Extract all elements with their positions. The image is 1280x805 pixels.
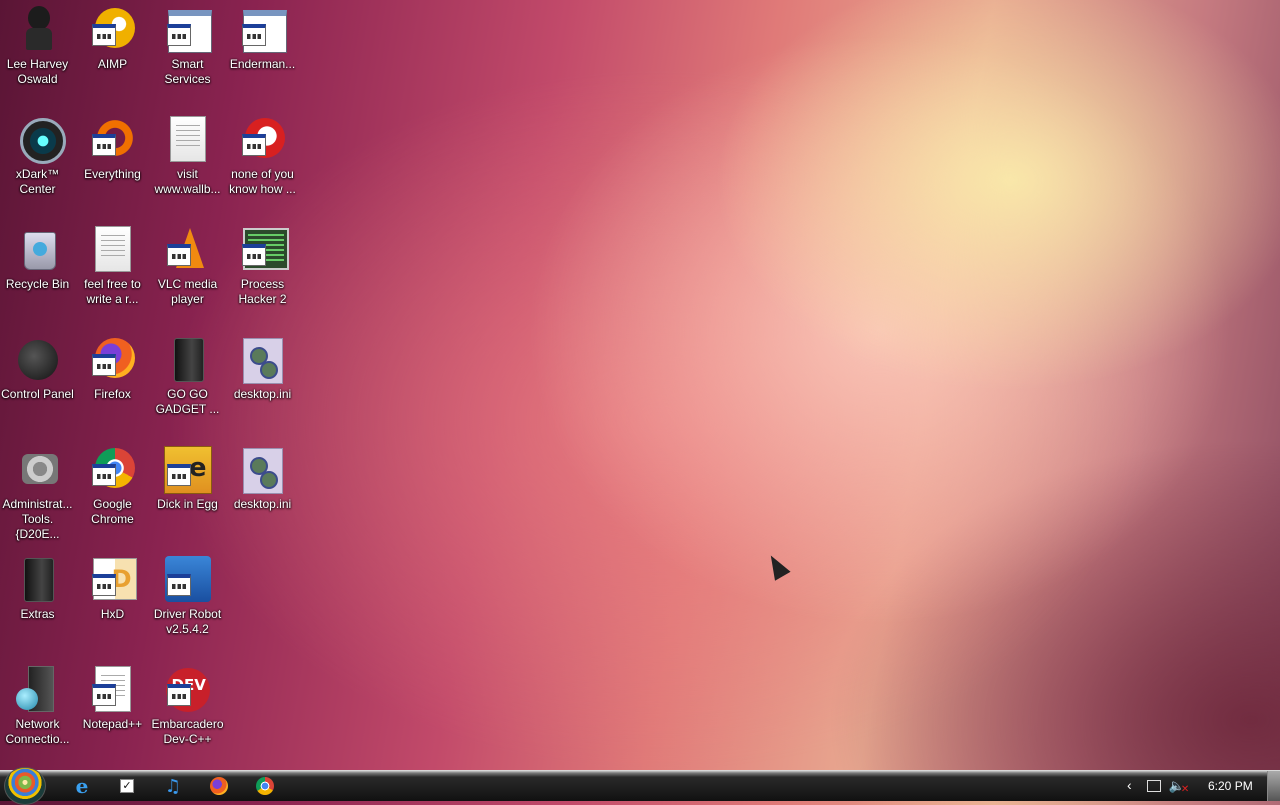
icon-label: desktop.ini [233,497,292,511]
desktop-icon-desktop-ini-2[interactable]: desktop.ini [225,440,300,545]
process-hacker-icon [239,226,289,274]
icon-label: feel free to write a r... [84,277,141,306]
desktop-icon-vlc-media-player[interactable]: VLC media player [150,220,225,325]
desktop-icon-notepad-plus-plus[interactable]: Notepad++ [75,660,150,765]
internet-explorer-icon[interactable]: e [70,774,94,798]
hxd-icon [89,556,137,604]
icon-label: Google Chrome [91,497,134,526]
mouse-cursor-icon [763,551,791,581]
desktop-icon-everything[interactable]: Everything [75,110,150,215]
icon-label: Firefox [94,387,131,401]
icon-label: GO GO GADGET ... [155,387,220,416]
desktop-icon-feel-free[interactable]: feel free to write a r... [75,220,150,325]
chrome-icon[interactable] [253,775,277,797]
desktop-icon-dick-in-egg[interactable]: Dick in Egg [150,440,225,545]
icon-label: Dick in Egg [157,497,218,511]
icon-label: HxD [100,607,125,621]
icon-label: Smart Services [164,57,211,86]
egg-app-icon [163,446,212,494]
icon-label: Driver Robot v2.5.4.2 [153,607,222,636]
desktop-icon-administrative-tools[interactable]: Administrat... Tools.{D20E... [0,440,75,545]
control-panel-icon [14,336,62,384]
desktop-icon-visit-wallb[interactable]: visit www.wallb... [150,110,225,215]
desktop-icon-driver-robot[interactable]: Driver Robot v2.5.4.2 [150,550,225,655]
icon-label: Recycle Bin [5,277,70,291]
admin-tools-icon [14,446,62,494]
icon-label: Process Hacker 2 [238,277,287,306]
desktop-icon-enderman[interactable]: Enderman... [225,0,300,105]
notepad-plus-plus-icon [89,666,137,714]
desktop-icon-recycle-bin[interactable]: Recycle Bin [0,220,75,325]
red-circle-icon [239,116,287,164]
desktop-icon-aimp[interactable]: AIMP [75,0,150,105]
tray-overflow-chevron[interactable]: ‹ [1127,777,1132,793]
xdark-icon [14,116,66,164]
icon-label: xDark™ Center [15,167,60,196]
desktop-icon-smart-services[interactable]: Smart Services [150,0,225,105]
services-gear-icon [164,6,212,54]
music-note-icon[interactable]: ♫ [161,775,185,797]
icon-label: desktop.ini [233,387,292,401]
text-file-icon [164,116,212,164]
icon-label: Notepad++ [82,717,143,731]
icon-label: AIMP [97,57,128,71]
icon-label: visit www.wallb... [154,167,221,196]
desktop-icon-go-go-gadget[interactable]: GO GO GADGET ... [150,330,225,435]
everything-icon [89,116,137,164]
chrome-icon [89,446,137,494]
desktop-icon-control-panel[interactable]: Control Panel [0,330,75,435]
desktop-icon-none-of-you[interactable]: none of you know how ... [225,110,300,215]
icon-label: Network Connectio... [5,717,70,746]
desktop-icon-embarcadero-dev-cpp[interactable]: Embarcadero Dev-C++ [150,660,225,765]
desktop-icon-firefox[interactable]: Firefox [75,330,150,435]
desktop-icon-google-chrome[interactable]: Google Chrome [75,440,150,545]
desktop-icon-network-connections[interactable]: Network Connectio... [0,660,75,765]
task-checkbox-icon[interactable]: ✓ [115,775,139,797]
vlc-icon [164,226,212,274]
aimp-icon [89,6,137,54]
desktop-icon-process-hacker[interactable]: Process Hacker 2 [225,220,300,325]
driver-robot-icon [164,556,212,604]
show-desktop-button[interactable] [1267,771,1280,801]
character-icon [14,6,62,54]
desktop[interactable]: Lee Harvey Oswald xDark™ Center Recycle … [0,0,1280,770]
icon-label: VLC media player [157,277,218,306]
folder-icon [14,556,62,604]
firefox-icon[interactable] [207,775,231,797]
taskbar: e ✓ ♫ ‹ 🔈 ✕ 6:20 PM [0,767,1280,805]
desktop-icon-lee-harvey-oswald[interactable]: Lee Harvey Oswald [0,0,75,105]
desktop-icon-extras[interactable]: Extras [0,550,75,655]
ini-file-icon [239,446,287,494]
icon-label: Administrat... Tools.{D20E... [2,497,73,541]
firefox-icon [89,336,137,384]
desktop-icon-xdark-center[interactable]: xDark™ Center [0,110,75,215]
text-file-icon [89,226,137,274]
desktop-icon-desktop-ini-1[interactable]: desktop.ini [225,330,300,435]
start-button[interactable] [4,767,46,805]
window-icon [239,6,287,54]
volume-muted-icon[interactable]: 🔈 ✕ [1168,775,1190,797]
icon-label: Extras [20,607,55,621]
folder-icon [164,336,212,384]
icon-label: Embarcadero Dev-C++ [151,717,224,746]
desktop-icon-hxd[interactable]: HxD [75,550,150,655]
icon-label: none of you know how ... [229,167,296,196]
network-icon [14,666,62,714]
devcpp-icon [164,666,212,714]
icon-label: Enderman... [229,57,296,71]
action-center-icon[interactable] [1144,775,1164,797]
icon-label: Lee Harvey Oswald [6,57,69,86]
icon-label: Everything [84,167,141,181]
clock[interactable]: 6:20 PM [1208,779,1253,793]
icon-label: Control Panel [1,387,74,401]
ini-file-icon [239,336,287,384]
recycle-bin-icon [14,226,62,274]
